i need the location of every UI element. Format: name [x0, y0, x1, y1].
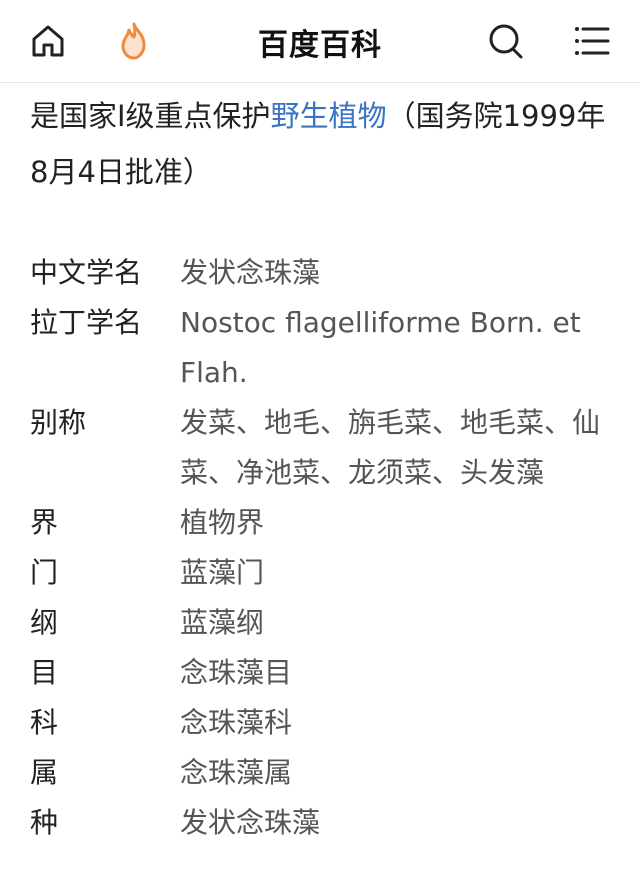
info-row-class: 纲 蓝藻纲 [30, 598, 620, 648]
info-value: 念珠藻目 [180, 656, 293, 689]
info-row-genus: 属 念珠藻属 [30, 748, 620, 798]
search-icon [489, 24, 523, 59]
info-label: 门 [30, 556, 59, 589]
info-row-chinese-name: 中文学名 发状念珠藻 [30, 248, 620, 298]
info-value: Nostoc flagelliforme Born. et Flah. [180, 306, 581, 389]
intro-text-before: 是国家I级重点保护 [30, 99, 271, 133]
info-label: 界 [30, 506, 59, 539]
info-label: 别称 [30, 406, 87, 439]
info-value: 念珠藻属 [180, 756, 293, 789]
info-value: 植物界 [180, 506, 265, 539]
info-row-alias: 别称 发菜、地毛、旃毛菜、地毛菜、仙菜、净池菜、龙须菜、头发藻 [30, 398, 620, 498]
info-label: 拉丁学名 [30, 306, 143, 339]
info-value: 发状念珠藻 [180, 256, 321, 289]
info-row-species: 种 发状念珠藻 [30, 798, 620, 848]
info-value: 发菜、地毛、旃毛菜、地毛菜、仙菜、净池菜、龙须菜、头发藻 [180, 406, 601, 489]
article-content: 是国家I级重点保护野生植物（国务院1999年8月4日批准） [30, 88, 620, 200]
intro-paragraph: 是国家I级重点保护野生植物（国务院1999年8月4日批准） [30, 88, 620, 200]
info-value: 蓝藻纲 [180, 606, 265, 639]
info-label: 中文学名 [30, 256, 143, 289]
info-row-latin-name: 拉丁学名 Nostoc flagelliforme Born. et Flah. [30, 298, 620, 398]
info-label: 科 [30, 706, 59, 739]
info-label: 属 [30, 756, 59, 789]
info-row-kingdom: 界 植物界 [30, 498, 620, 548]
info-row-order: 目 念珠藻目 [30, 648, 620, 698]
info-label: 目 [30, 656, 59, 689]
top-navigation-bar: 百度百科 [0, 0, 640, 83]
info-label: 纲 [30, 606, 59, 639]
page-title: 百度百科 [258, 28, 382, 63]
menu-icon [575, 27, 610, 55]
info-row-phylum: 门 蓝藻门 [30, 548, 620, 598]
info-value: 念珠藻科 [180, 706, 293, 739]
info-row-family: 科 念珠藻科 [30, 698, 620, 748]
menu-button[interactable] [572, 21, 612, 61]
search-button[interactable] [486, 21, 526, 61]
info-value: 发状念珠藻 [180, 806, 321, 839]
info-value: 蓝藻门 [180, 556, 265, 589]
info-box: 中文学名 发状念珠藻 拉丁学名 Nostoc flagelliforme Bor… [30, 248, 620, 848]
info-label: 种 [30, 806, 59, 839]
wild-plant-link[interactable]: 野生植物 [271, 99, 387, 133]
